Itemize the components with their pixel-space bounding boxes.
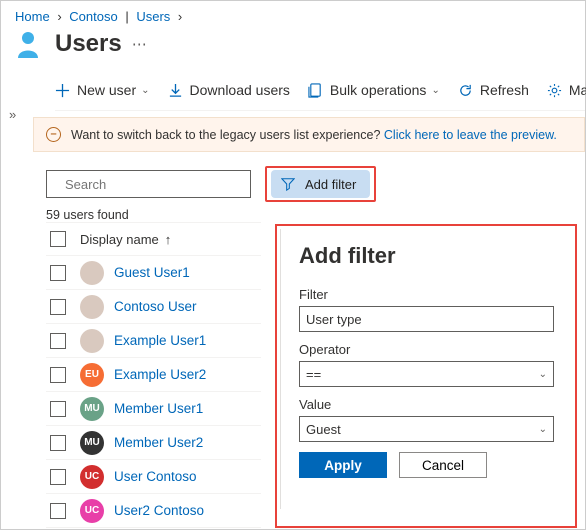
row-checkbox[interactable] (50, 503, 66, 519)
page-title: Users (55, 30, 122, 58)
plus-icon (55, 83, 70, 98)
breadcrumb-sep: | (125, 9, 128, 24)
download-label: Download users (190, 82, 290, 98)
breadcrumb-sep: › (57, 9, 61, 24)
manage-label: Mar (569, 82, 586, 98)
display-name-column-header[interactable]: Display name ↑ (80, 232, 171, 247)
user-link[interactable]: User2 Contoso (114, 503, 204, 518)
avatar: MU (80, 397, 104, 421)
new-user-button[interactable]: New user ⌄ (55, 82, 150, 98)
search-input[interactable] (63, 176, 243, 193)
breadcrumb-home[interactable]: Home (15, 9, 50, 24)
filter-field-value: User type (306, 312, 362, 327)
refresh-label: Refresh (480, 82, 529, 98)
cancel-button[interactable]: Cancel (399, 452, 487, 478)
table-row: Contoso User (46, 290, 261, 324)
add-filter-highlight: Add filter (265, 166, 376, 202)
avatar (80, 329, 104, 353)
leave-preview-link[interactable]: Click here to leave the preview. (384, 128, 557, 142)
add-filter-panel: Add filter Filter User type Operator == … (280, 229, 572, 509)
download-icon (168, 83, 183, 98)
breadcrumb: Home › Contoso | Users › (1, 1, 585, 24)
add-filter-panel-highlight: Add filter Filter User type Operator == … (275, 224, 577, 528)
chevron-down-icon: ⌄ (141, 85, 149, 96)
table-row: MU Member User1 (46, 392, 261, 426)
select-all-checkbox[interactable] (50, 231, 66, 247)
bulk-label: Bulk operations (330, 82, 427, 98)
search-box[interactable] (46, 170, 251, 198)
avatar: EU (80, 363, 104, 387)
row-checkbox[interactable] (50, 367, 66, 383)
bulk-operations-button[interactable]: Bulk operations ⌄ (308, 82, 440, 98)
expand-sidebar-icon[interactable]: » (9, 107, 16, 122)
add-filter-button[interactable]: Add filter (271, 170, 370, 198)
row-checkbox[interactable] (50, 469, 66, 485)
operator-select[interactable]: == ⌄ (299, 361, 554, 387)
row-checkbox[interactable] (50, 265, 66, 281)
new-user-label: New user (77, 82, 136, 98)
sort-asc-icon: ↑ (165, 232, 172, 247)
breadcrumb-org[interactable]: Contoso (69, 9, 117, 24)
chevron-down-icon: ⌄ (539, 424, 547, 435)
avatar: MU (80, 431, 104, 455)
avatar: UC (80, 465, 104, 489)
display-name-label: Display name (80, 232, 159, 247)
filter-field-label: Filter (299, 287, 554, 302)
user-icon (15, 30, 41, 58)
value-value: Guest (306, 422, 341, 437)
refresh-button[interactable]: Refresh (458, 82, 529, 98)
preview-banner: – Want to switch back to the legacy user… (33, 117, 585, 152)
row-checkbox[interactable] (50, 333, 66, 349)
table-row: MU Member User2 (46, 426, 261, 460)
manage-button[interactable]: Mar (547, 82, 586, 98)
table-row: Guest User1 (46, 256, 261, 290)
operator-value: == (306, 367, 321, 382)
avatar: UC (80, 499, 104, 523)
table-row: Example User1 (46, 324, 261, 358)
command-bar: New user ⌄ Download users Bulk operation… (55, 72, 585, 111)
user-link[interactable]: User Contoso (114, 469, 197, 484)
gear-icon (547, 83, 562, 98)
add-filter-label: Add filter (305, 177, 356, 192)
user-link[interactable]: Member User1 (114, 401, 203, 416)
download-users-button[interactable]: Download users (168, 82, 290, 98)
filter-icon (281, 177, 295, 191)
user-link[interactable]: Example User1 (114, 333, 206, 348)
banner-text: Want to switch back to the legacy users … (71, 128, 384, 142)
table-header: Display name ↑ (46, 222, 261, 256)
breadcrumb-section[interactable]: Users (136, 9, 170, 24)
operator-field-label: Operator (299, 342, 554, 357)
row-checkbox[interactable] (50, 435, 66, 451)
user-link[interactable]: Guest User1 (114, 265, 190, 280)
result-count: 59 users found (46, 208, 585, 222)
row-checkbox[interactable] (50, 401, 66, 417)
collapse-banner-icon[interactable]: – (46, 127, 61, 142)
avatar (80, 261, 104, 285)
value-field-label: Value (299, 397, 554, 412)
value-select[interactable]: Guest ⌄ (299, 416, 554, 442)
user-link[interactable]: Contoso User (114, 299, 197, 314)
chevron-down-icon: ⌄ (431, 85, 439, 96)
panel-title: Add filter (299, 243, 554, 269)
table-row: EU Example User2 (46, 358, 261, 392)
refresh-icon (458, 83, 473, 98)
filter-field-input[interactable]: User type (299, 306, 554, 332)
avatar (80, 295, 104, 319)
users-table: Display name ↑ Guest User1 Contoso User Ex… (46, 222, 261, 528)
chevron-down-icon: ⌄ (539, 369, 547, 380)
user-link[interactable]: Example User2 (114, 367, 206, 382)
user-link[interactable]: Member User2 (114, 435, 203, 450)
more-menu[interactable]: ⋯ (132, 35, 147, 53)
apply-button[interactable]: Apply (299, 452, 387, 478)
bulk-icon (308, 83, 323, 98)
table-row: UC User Contoso (46, 460, 261, 494)
table-row: UC User2 Contoso (46, 494, 261, 528)
breadcrumb-sep: › (178, 9, 182, 24)
row-checkbox[interactable] (50, 299, 66, 315)
